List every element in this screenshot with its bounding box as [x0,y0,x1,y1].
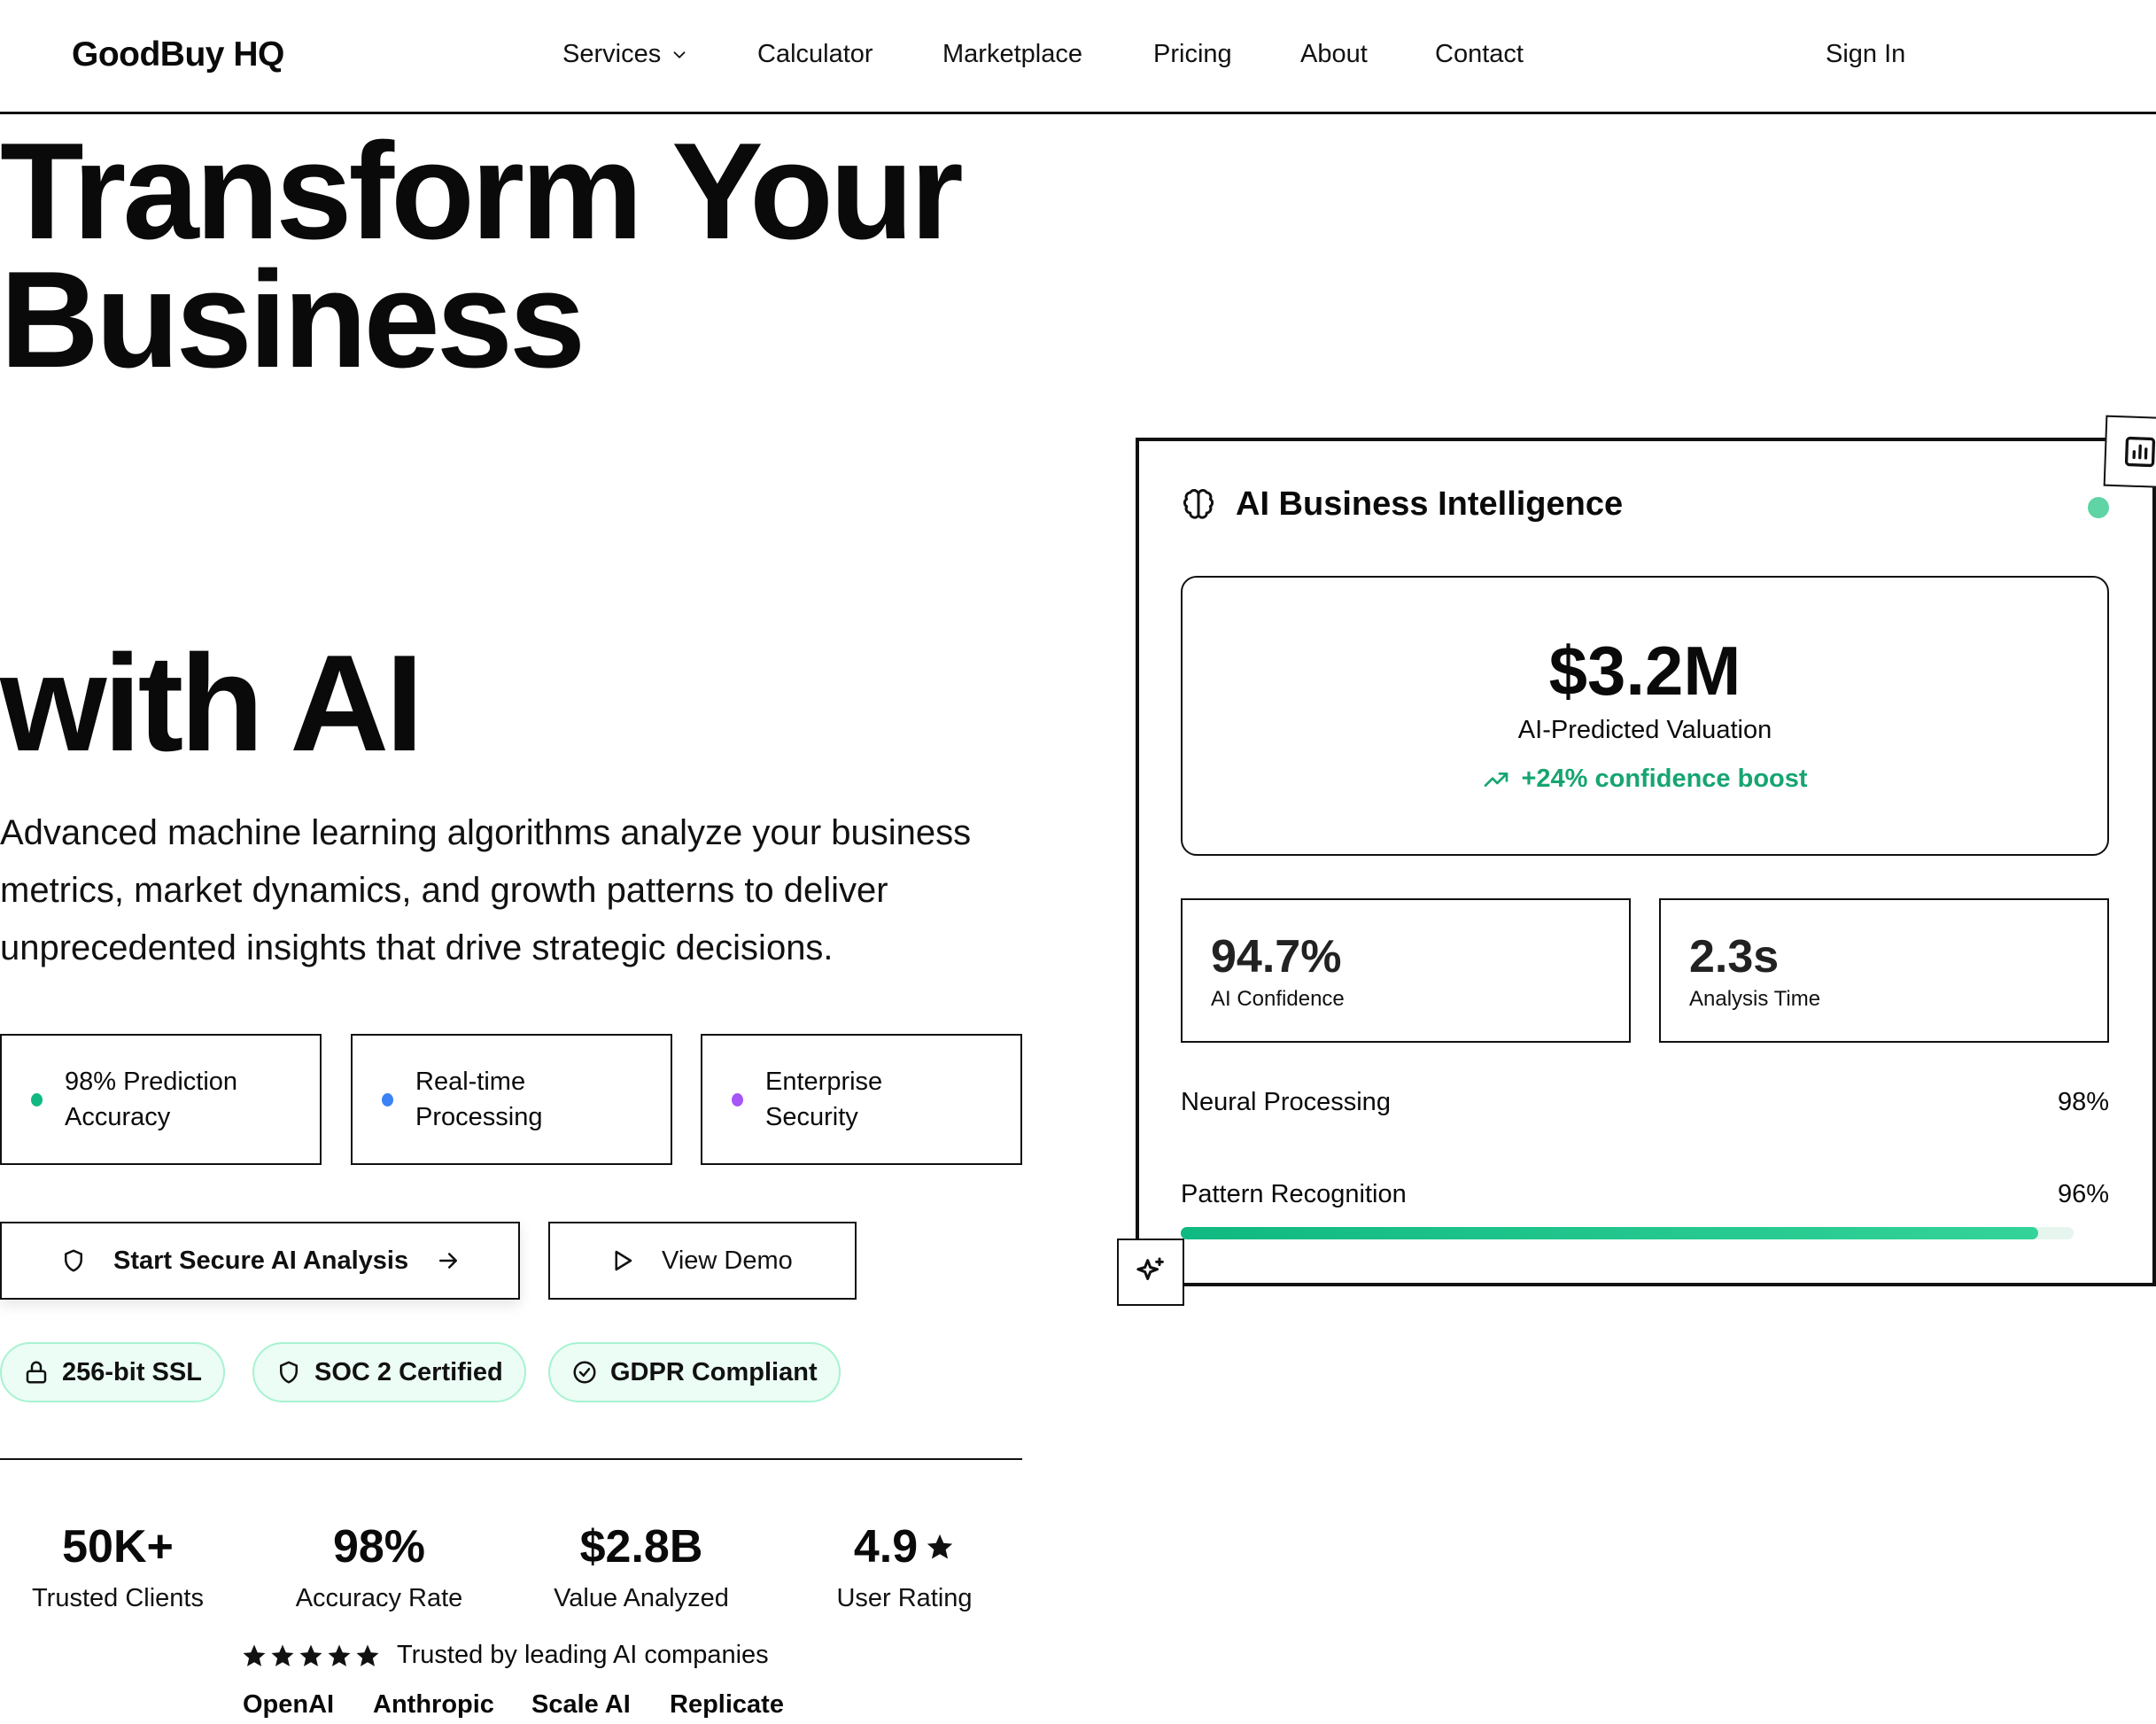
stat-value: $2.8B [579,1521,703,1573]
metric-confidence: 94.7% AI Confidence [1181,898,1631,1043]
top-nav: GoodBuy HQ Services Calculator Marketpla… [0,0,2156,114]
card-header: AI Business Intelligence [1181,485,1623,524]
status-dot-purple [732,1092,743,1107]
star-icon [328,1644,351,1666]
view-demo-label: View Demo [662,1246,793,1275]
play-icon [615,1250,632,1271]
badge-label: SOC 2 Certified [314,1357,503,1386]
trending-up-icon [1485,772,1508,787]
stat-accuracy: 98% Accuracy Rate [268,1520,490,1613]
metric-value: 2.3s [1689,931,1780,982]
company-name: OpenAI [243,1690,335,1719]
valuation-panel: $3.2M AI-Predicted Valuation +24% confid… [1181,576,2109,856]
metric-label: Analysis Time [1689,987,1821,1011]
feature-card-realtime: Real-time Processing [351,1034,672,1165]
lock-icon [26,1361,47,1384]
feature-label: Enterprise Security [765,1068,883,1131]
sign-in-link[interactable]: Sign In [1826,40,1905,69]
company-name: Anthropic [373,1690,494,1719]
star-icon [271,1644,294,1666]
chevron-down-icon [673,50,686,58]
progress-row-pattern: Pattern Recognition 96% [1181,1180,2109,1209]
stat-clients: 50K+ Trusted Clients [7,1520,229,1613]
metric-label: AI Confidence [1211,987,1345,1011]
badge-ssl: 256-bit SSL [0,1342,225,1402]
badge-label: 256-bit SSL [62,1357,202,1386]
start-analysis-label: Start Secure AI Analysis [113,1246,409,1275]
progress-label: Pattern Recognition [1181,1180,1407,1208]
stat-value: 98% [332,1521,426,1573]
sparkles-icon [1136,1257,1164,1280]
status-dot-green [31,1092,43,1107]
feature-label: Real-time Processing [415,1068,543,1131]
nav-about[interactable]: About [1300,40,1368,69]
start-analysis-button[interactable]: Start Secure AI Analysis [0,1222,520,1300]
shield-icon [65,1249,82,1272]
boost-label: +24% confidence boost [1521,765,1808,793]
progress-label: Neural Processing [1181,1088,1391,1116]
nav-pricing[interactable]: Pricing [1153,40,1232,69]
ai-intelligence-card [1136,438,2156,1286]
rating-stars [241,1642,381,1669]
trust-text: Trusted by leading AI companies [397,1641,769,1669]
check-circle-icon [573,1361,596,1384]
company-name: Scale AI [531,1690,631,1719]
star-icon [356,1644,379,1666]
hero-description: Advanced machine learning algorithms ana… [0,813,972,967]
hero-title-line1: Transform Your [0,114,964,268]
section-divider [0,1458,1022,1460]
trust-row: Trusted by leading AI companies [241,1641,769,1670]
badge-soc2: SOC 2 Certified [252,1342,526,1402]
badge-label: GDPR Compliant [610,1357,818,1386]
hero-title-line2: Business [0,243,586,396]
sparkle-badge [1117,1239,1184,1306]
shield-icon [280,1361,298,1384]
stat-value-analyzed: $2.8B Value Analyzed [531,1520,752,1613]
metric-value: 94.7% [1211,931,1342,982]
star-icon [299,1644,322,1666]
arrow-right-icon [439,1253,458,1269]
valuation-value: $3.2M [1548,632,1741,710]
feature-label: 98% Prediction Accuracy [65,1068,238,1131]
stat-label: User Rating [836,1584,973,1612]
progress-fill [1181,1227,2038,1239]
nav-marketplace[interactable]: Marketplace [942,40,1082,69]
stat-rating: 4.9 User Rating [794,1520,1015,1613]
company-name: Replicate [670,1690,784,1719]
chart-badge [2103,415,2156,489]
bar-chart-icon [2124,436,2156,468]
feature-card-security: Enterprise Security [701,1034,1022,1165]
stat-value-row: 4.9 [794,1520,1015,1573]
nav-services[interactable]: Services [562,40,689,69]
nav-contact[interactable]: Contact [1435,40,1524,69]
progress-value: 96% [2057,1180,2109,1208]
stat-label: Trusted Clients [32,1584,204,1612]
progress-row-neural: Neural Processing 98% [1181,1088,2109,1117]
badge-gdpr: GDPR Compliant [548,1342,841,1402]
stat-label: Value Analyzed [554,1584,729,1612]
brain-icon [1183,488,1214,519]
valuation-label: AI-Predicted Valuation [1517,716,1772,744]
brand-logo[interactable]: GoodBuy HQ [72,35,284,74]
status-dot-blue [382,1092,393,1107]
card-title: AI Business Intelligence [1236,485,1624,523]
star-icon [243,1644,266,1666]
nav-calculator[interactable]: Calculator [757,40,873,69]
stat-value: 50K+ [62,1521,174,1573]
nav-services-label: Services [562,40,662,68]
feature-card-accuracy: 98% Prediction Accuracy [0,1034,322,1165]
live-status-dot [2088,497,2109,518]
stat-value: 4.9 [853,1521,919,1573]
view-demo-button[interactable]: View Demo [548,1222,857,1300]
hero-title-line3: with AI [0,626,423,780]
metric-analysis-time: 2.3s Analysis Time [1659,898,2109,1043]
confidence-boost: +24% confidence boost [1183,765,2107,794]
stat-label: Accuracy Rate [295,1584,463,1612]
progress-value: 98% [2057,1088,2109,1116]
star-icon [927,1534,953,1559]
pattern-progress-bar [1181,1227,2074,1239]
